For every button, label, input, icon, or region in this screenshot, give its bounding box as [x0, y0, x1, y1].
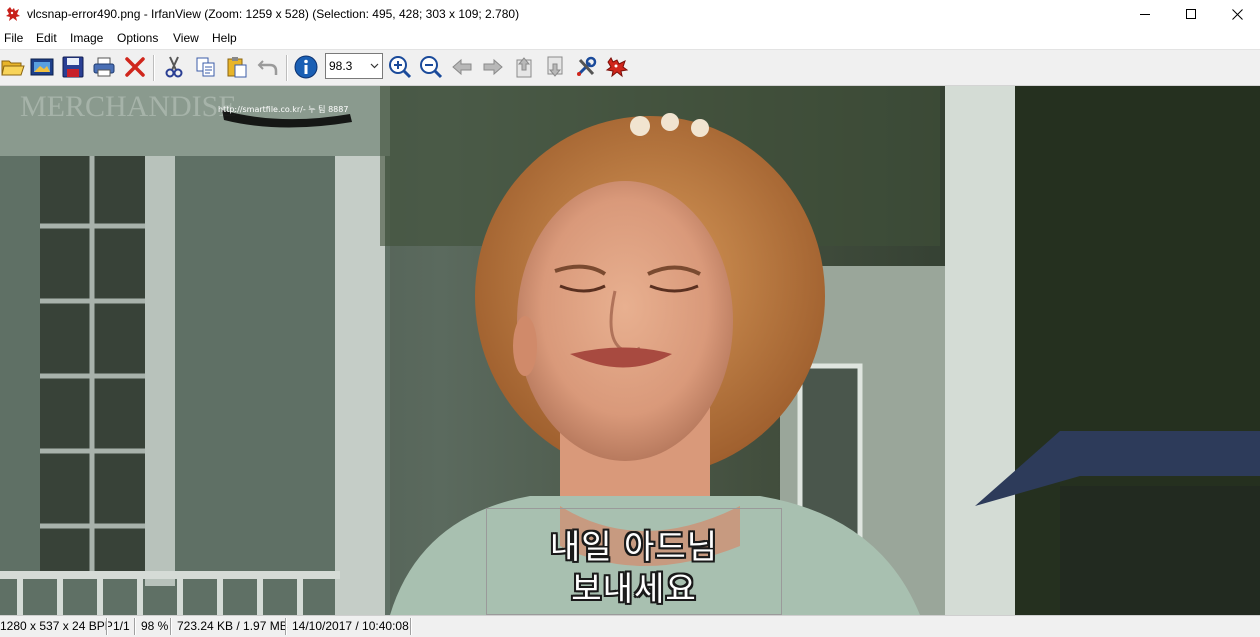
status-divider [106, 618, 108, 635]
about-button[interactable] [604, 54, 630, 80]
status-file-size: 723.24 KB / 1.97 MB [177, 619, 288, 633]
zoom-out-button[interactable] [418, 54, 444, 80]
minimize-icon [1139, 14, 1150, 15]
menu-options[interactable]: Options [115, 31, 160, 45]
first-button[interactable] [511, 54, 537, 80]
zoom-in-button[interactable] [387, 54, 413, 80]
save-button[interactable] [60, 54, 86, 80]
zoom-combobox[interactable]: 98.3 [325, 53, 383, 79]
svg-text:MERCHANDISE: MERCHANDISE [20, 90, 237, 123]
status-divider [134, 618, 136, 635]
zoom-out-icon [420, 56, 443, 79]
chevron-down-icon [370, 63, 379, 69]
print-button[interactable] [91, 54, 117, 80]
status-zoom: 98 % [141, 619, 169, 633]
irfanview-cat-icon[interactable] [5, 6, 21, 22]
menu-file[interactable]: File [2, 31, 25, 45]
menu-image[interactable]: Image [68, 31, 105, 45]
copy-button[interactable] [193, 54, 219, 80]
previous-icon [452, 58, 472, 76]
menu-bar: File Edit Image Options View Help [0, 29, 1260, 49]
paste-icon [227, 57, 247, 78]
status-datetime: 14/10/2017 / 10:40:08 [292, 619, 409, 633]
toolbar-separator [153, 55, 155, 81]
print-icon [93, 57, 115, 77]
delete-button[interactable] [122, 54, 148, 80]
info-icon [294, 55, 318, 79]
open-button[interactable] [0, 54, 26, 80]
status-divider [410, 618, 412, 635]
copy-icon [196, 57, 215, 77]
toolbar-separator [286, 55, 288, 81]
next-button[interactable] [480, 54, 506, 80]
last-button[interactable] [542, 54, 568, 80]
slideshow-icon [30, 58, 54, 76]
toolbar: 98.3 [0, 49, 1260, 86]
title-bar: vlcsnap-error490.png - IrfanView (Zoom: … [0, 0, 1260, 29]
menu-view[interactable]: View [171, 31, 201, 45]
slideshow-button[interactable] [29, 54, 55, 80]
menu-help[interactable]: Help [210, 31, 239, 45]
subtitle-line-2: 보내세요 [571, 569, 697, 608]
delete-icon [125, 57, 145, 77]
previous-button[interactable] [449, 54, 475, 80]
save-icon [62, 56, 84, 78]
window-title: vlcsnap-error490.png - IrfanView (Zoom: … [27, 7, 520, 21]
next-icon [483, 58, 503, 76]
open-folder-icon [1, 60, 25, 76]
last-icon [547, 56, 563, 77]
status-divider [285, 618, 287, 635]
maximize-button[interactable] [1168, 0, 1214, 29]
zoom-in-icon [389, 56, 412, 79]
irfanview-logo-icon [605, 57, 629, 78]
status-index: 1/1 [113, 619, 130, 633]
cut-button[interactable] [161, 54, 187, 80]
status-divider [170, 618, 172, 635]
subtitle-line-1: 내일 아드님 [549, 527, 719, 566]
info-button[interactable] [293, 54, 319, 80]
undo-button[interactable] [255, 54, 281, 80]
settings-button[interactable] [573, 54, 599, 80]
close-icon [1231, 9, 1243, 20]
image-viewport[interactable]: MERCHANDISE http://smartfile.co.kr/- 누 팀… [0, 86, 1260, 615]
zoom-value: 98.3 [329, 59, 353, 73]
first-icon [516, 57, 532, 78]
watermark-text: http://smartfile.co.kr/- 누 팀 8887 [218, 105, 349, 114]
close-button[interactable] [1214, 0, 1260, 29]
paste-button[interactable] [224, 54, 250, 80]
cut-icon [165, 56, 183, 78]
menu-edit[interactable]: Edit [34, 31, 59, 45]
status-dimensions: 1280 x 537 x 24 BPP [0, 619, 113, 633]
settings-icon [577, 56, 597, 76]
undo-icon [257, 60, 278, 75]
status-bar: 1280 x 537 x 24 BPP 1/1 98 % 723.24 KB /… [0, 615, 1260, 637]
minimize-button[interactable] [1122, 0, 1168, 29]
maximize-icon [1185, 9, 1196, 19]
